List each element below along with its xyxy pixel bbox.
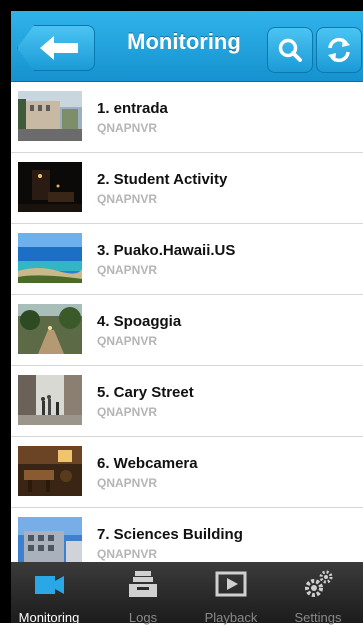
top-frame [0,0,363,11]
camera-name: 7. Sciences Building [97,526,243,543]
camera-row-7[interactable]: 7. Sciences Building QNAPNVR [11,508,363,562]
camera-list[interactable]: 1. entrada QNAPNVR 2. Student Activity Q… [11,82,363,562]
left-frame [0,0,11,623]
tab-monitoring[interactable]: Monitoring [4,562,94,625]
refresh-icon [328,37,350,63]
camera-thumbnail [18,517,82,562]
tab-settings[interactable]: Settings [273,562,363,625]
camera-name: 2. Student Activity [97,171,228,188]
camera-name: 4. Spoaggia [97,313,182,330]
camera-thumbnail [18,233,82,283]
camera-server: QNAPNVR [97,547,158,561]
camera-server: QNAPNVR [97,263,158,277]
camera-thumbnail [18,375,82,425]
camera-server: QNAPNVR [97,405,158,419]
gears-icon [305,570,333,597]
tab-playback[interactable]: Playback [186,562,276,625]
camera-thumbnail [18,162,82,212]
search-button[interactable] [267,27,313,73]
camera-name: 3. Puako.Hawaii.US [97,242,236,259]
camera-icon [35,576,64,594]
bottom-tab-bar: Monitoring Logs Playback Settings [0,562,363,625]
play-icon [215,571,247,597]
camera-thumbnail [18,91,82,141]
camera-server: QNAPNVR [97,192,158,206]
camera-name: 1. entrada [97,100,168,117]
camera-thumbnail [18,446,82,496]
page-title: Monitoring [127,29,241,54]
back-button[interactable] [17,25,95,71]
camera-thumbnail [18,304,82,354]
camera-row-5[interactable]: 5. Cary Street QNAPNVR [11,366,363,437]
refresh-button[interactable] [316,27,362,73]
camera-server: QNAPNVR [97,334,158,348]
camera-row-3[interactable]: 3. Puako.Hawaii.US QNAPNVR [11,224,363,295]
search-icon [278,38,302,62]
camera-row-4[interactable]: 4. Spoaggia QNAPNVR [11,295,363,366]
header-bar: Monitoring [11,11,363,82]
back-arrow-icon [40,36,78,60]
tab-logs[interactable]: Logs [98,562,188,625]
camera-row-1[interactable]: 1. entrada QNAPNVR [11,82,363,153]
inbox-tray-icon [129,571,157,597]
camera-server: QNAPNVR [97,121,158,135]
camera-name: 6. Webcamera [97,455,198,472]
camera-row-2[interactable]: 2. Student Activity QNAPNVR [11,153,363,224]
camera-name: 5. Cary Street [97,384,194,401]
camera-server: QNAPNVR [97,476,158,490]
camera-row-6[interactable]: 6. Webcamera QNAPNVR [11,437,363,508]
